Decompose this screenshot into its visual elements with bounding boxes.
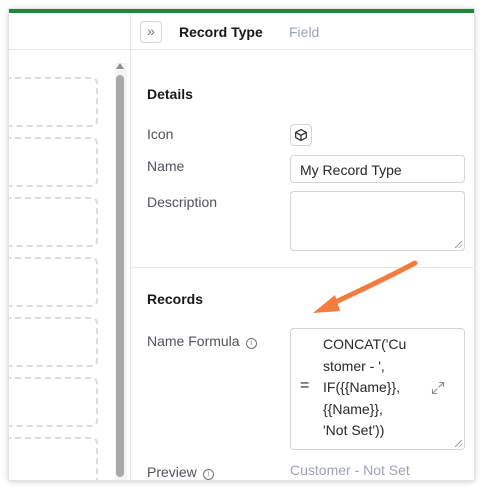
name-label: Name [147,158,185,174]
tab-record-type[interactable]: Record Type [179,24,263,40]
double-chevron-right-icon: » [147,23,155,39]
placeholder-slot[interactable] [9,77,98,127]
placeholder-slot[interactable] [9,137,98,187]
description-textarea[interactable] [290,191,465,251]
info-icon[interactable]: i [245,338,257,349]
canvas-header-divider [9,49,130,50]
app-window: » Record Type Field Details Icon Name My… [9,9,474,480]
icon-picker-button[interactable] [290,124,312,146]
placeholder-slot[interactable] [9,197,98,247]
annotation-arrow-icon [313,260,418,313]
cube-icon [295,128,307,142]
formula-text[interactable]: CONCAT('Cu stomer - ', IF({{Name}}, {{Na… [323,334,419,442]
name-input[interactable]: My Record Type [290,155,465,183]
icon-label: Icon [147,126,174,142]
records-section-title: Records [147,291,204,307]
properties-panel: » Record Type Field Details Icon Name My… [130,13,474,480]
scroll-up-icon[interactable] [116,63,124,69]
tab-field[interactable]: Field [289,24,319,40]
collapse-panel-button[interactable]: » [140,21,162,43]
name-formula-label: Name Formula i [147,333,257,349]
details-section-title: Details [147,86,193,102]
formula-line: stomer - ', [323,357,385,374]
equals-icon: = [300,377,310,394]
formula-line: IF({{Name}}, [323,379,401,395]
placeholder-slot[interactable] [9,317,98,367]
scrollbar-thumb[interactable] [116,75,124,477]
info-icon[interactable]: i [202,469,214,480]
expand-icon[interactable] [431,381,445,395]
description-label: Description [147,194,218,210]
resize-handle-icon[interactable] [455,241,462,248]
name-formula-label-text: Name Formula [147,333,240,349]
resize-handle-icon[interactable] [455,440,462,447]
formula-line: CONCAT('Cu [323,336,407,352]
placeholder-slot[interactable] [9,257,98,307]
formula-line: {{Name}}, [323,400,383,417]
preview-value: Customer - Not Set [290,462,410,478]
name-formula-editor[interactable]: = CONCAT('Cu stomer - ', IF({{Name}}, {{… [290,328,465,450]
placeholder-slot[interactable] [9,377,98,427]
panel-header: » Record Type Field [131,13,474,50]
placeholder-slot[interactable] [9,437,98,480]
canvas-area[interactable] [9,13,130,480]
formula-line: 'Not Set')) [323,422,385,438]
preview-label: Preview i [147,464,214,480]
preview-label-text: Preview [147,464,197,480]
